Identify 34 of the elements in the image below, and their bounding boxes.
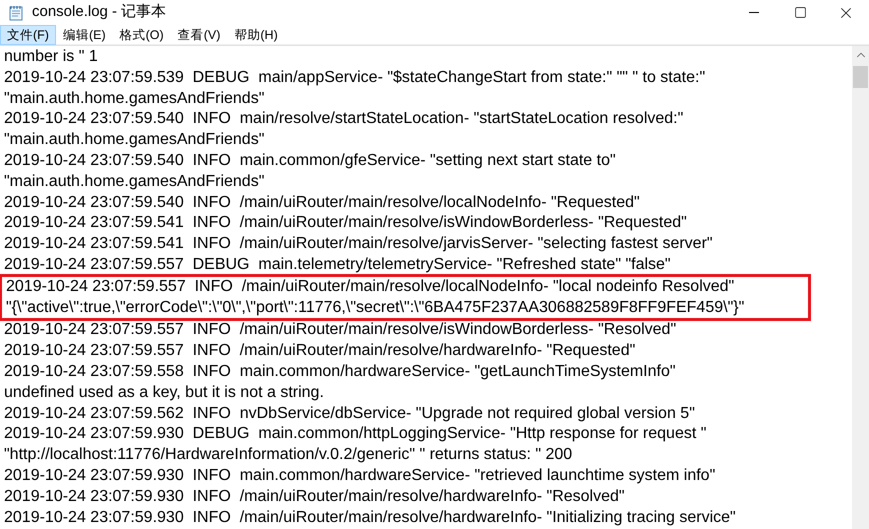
log-line: 2019-10-24 23:07:59.930 INFO main.common/hardwareService- "retrieved launchtime system info": [3, 466, 716, 486]
maximize-icon: [794, 6, 806, 19]
log-line: 2019-10-24 23:07:59.540 INFO main.common/gfeService- "setting next start state to": [3, 150, 617, 171]
log-line: 2019-10-24 23:07:59.557 INFO /main/uiRouter/main/resolve/isWindowBorderless- "Resolved": [3, 320, 678, 340]
menu-item[interactable]: 帮助(H): [227, 24, 285, 44]
menu-item[interactable]: 查看(V): [170, 24, 228, 44]
scroll-thumb[interactable]: [853, 66, 868, 88]
menu-item[interactable]: 编辑(E): [56, 24, 113, 44]
log-line: 2019-10-24 23:07:59.930 DEBUG main.common/httpLoggingService- "Http response for request ": [3, 424, 708, 444]
log-line: 2019-10-24 23:07:59.930 INFO /main/uiRouter/main/resolve/hardwareInfo- "Resolved": [3, 486, 626, 507]
log-line: 2019-10-24 23:07:59.558 INFO main.common/hardwareService- "getLaunchTimeSystemInfo": [3, 362, 677, 382]
log-line: 2019-10-24 23:07:59.562 INFO nvDbService/dbService- "Upgrade not required global version 5": [3, 404, 696, 424]
log-line: 2019-10-24 23:07:59.557 DEBUG main.telemetry/telemetryService- "Refreshed state" "false": [3, 254, 672, 275]
log-line: 2019-10-24 23:07:59.557 INFO /main/uiRouter/main/resolve/hardwareInfo- "Requested": [3, 341, 636, 362]
window-title: console.log - 记事本: [32, 2, 166, 22]
log-line: 2019-10-24 23:07:59.930 INFO /main/uiRouter/main/resolve/hardwareInfo- "Initializing tracing service": [3, 508, 737, 528]
log-line: "main.auth.home.gamesAndFriends": [3, 130, 266, 150]
log-line: number is " 1: [3, 47, 99, 67]
log-line: 2019-10-24 23:07:59.540 INFO /main/uiRouter/main/resolve/localNodeInfo- "Requested": [3, 192, 641, 213]
log-line: "main.auth.home.gamesAndFriends": [3, 88, 266, 109]
log-line: 2019-10-24 23:07:59.557 INFO /main/uiRouter/main/resolve/localNodeInfo- "local nodeinfo Resolved": [5, 276, 736, 297]
log-line: 2019-10-24 23:07:59.541 INFO /main/uiRouter/main/resolve/isWindowBorderless- "Requested": [3, 213, 688, 234]
log-line: "main.auth.home.gamesAndFriends": [3, 172, 266, 192]
log-line: "{\"active\":true,\"errorCode\":\"0\",\"port\":11776,\"secret\":\"6BA475F237AA306882589F8FF9FEF459\"}": [5, 298, 746, 318]
log-line: 2019-10-24 23:07:59.540 INFO main/resolve/startStateLocation- "startStateLocation resolved:": [3, 109, 684, 130]
scrollbar[interactable]: [852, 46, 869, 529]
menu-item[interactable]: 文件(F): [0, 24, 56, 44]
minimize-icon: [749, 12, 759, 13]
menu-item[interactable]: 格式(O): [112, 24, 171, 44]
log-line: "http://localhost:11776/HardwareInformation/v.0.2/generic" " returns status: " 200: [3, 445, 574, 466]
notepad-icon: [8, 4, 24, 20]
log-line: 2019-10-24 23:07:59.539 DEBUG main/appService- "$stateChangeStart from state:" "" " to state:": [3, 68, 706, 88]
log-line: 2019-10-24 23:07:59.541 INFO /main/uiRouter/main/resolve/jarvisServer- "selecting fastest server": [3, 234, 714, 254]
log-line: undefined used as a key, but it is not a string.: [3, 382, 325, 403]
